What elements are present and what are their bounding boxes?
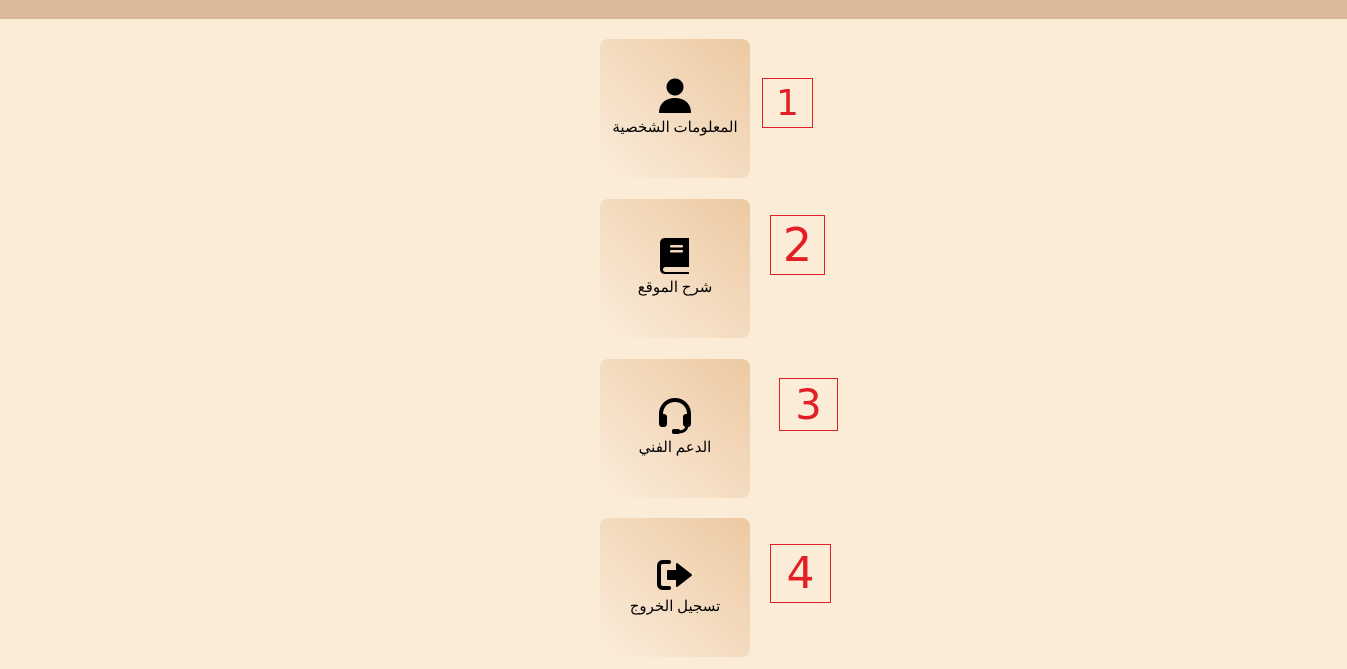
annotation-marker-3: 3 (779, 378, 838, 431)
menu-card-tech-support[interactable]: الدعم الفني (600, 359, 750, 498)
headset-icon (655, 396, 695, 436)
annotation-marker-1: 1 (762, 78, 813, 128)
menu-card-logout[interactable]: تسجيل الخروج (600, 518, 750, 657)
menu-card-personal-info[interactable]: المعلومات الشخصية (600, 39, 750, 178)
user-icon (655, 76, 695, 116)
menu-card-site-guide[interactable]: شرح الموقع (600, 199, 750, 338)
menu-label-site-guide: شرح الموقع (637, 280, 713, 296)
book-icon (655, 236, 695, 276)
menu-label-tech-support: الدعم الفني (638, 440, 712, 456)
top-bar (0, 0, 1347, 19)
menu-label-personal-info: المعلومات الشخصية (612, 120, 738, 136)
menu-label-logout: تسجيل الخروج (629, 599, 721, 615)
annotation-marker-2: 2 (770, 215, 825, 275)
annotation-marker-4: 4 (770, 544, 831, 603)
sign-out-icon (655, 555, 695, 595)
